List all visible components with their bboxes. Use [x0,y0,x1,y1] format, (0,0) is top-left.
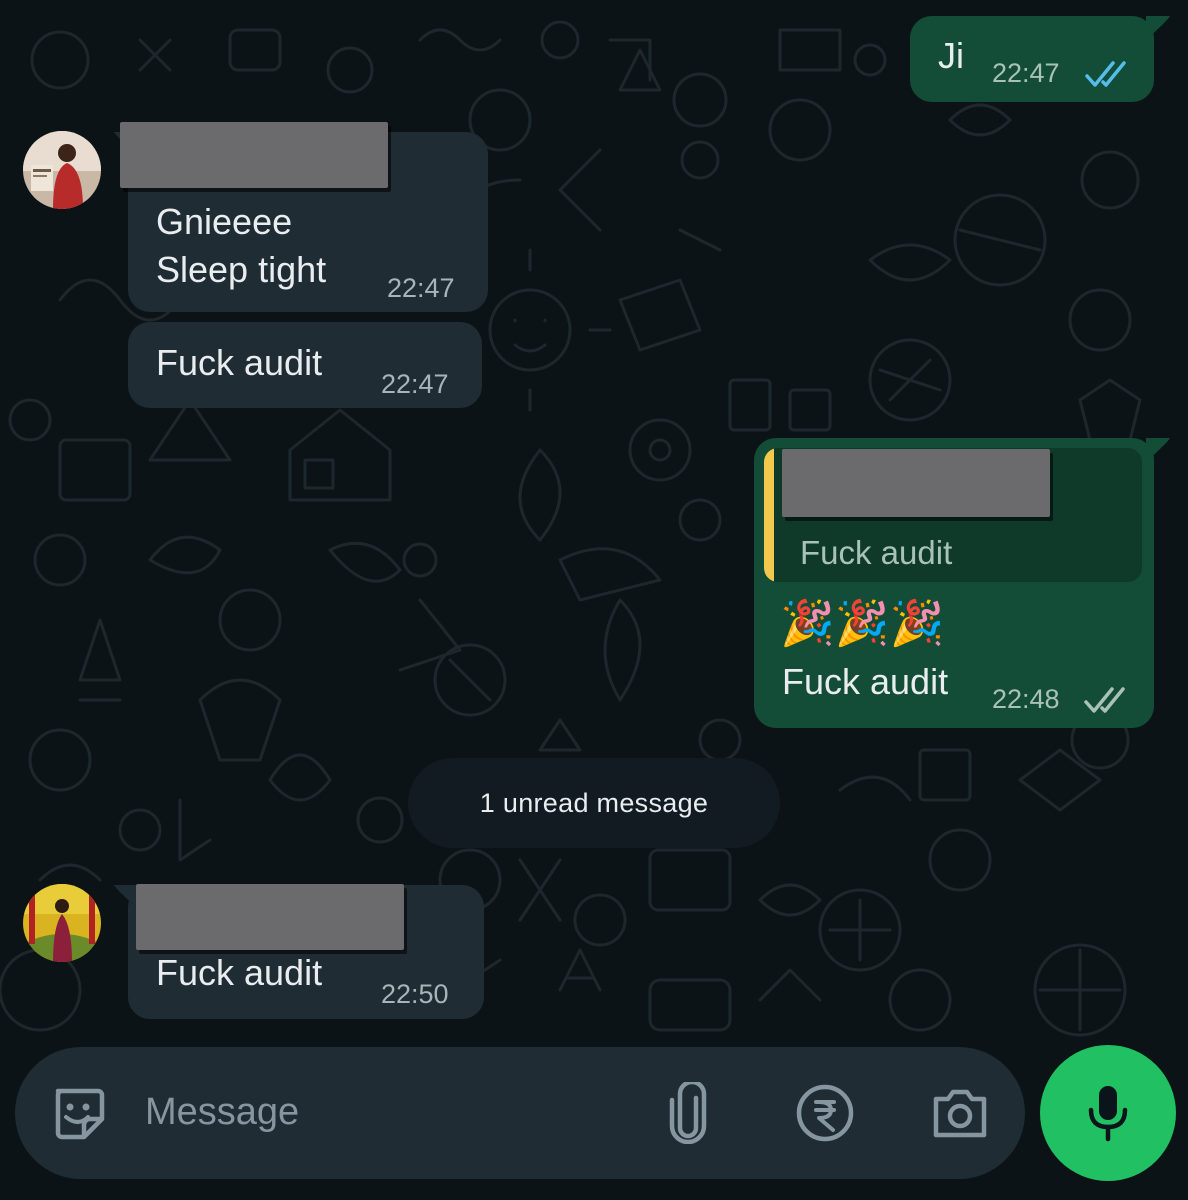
attach-icon [669,1082,707,1144]
chat-screen: Ji 22:47 Gnieeee Sleep tight 22:47 Fuck … [0,0,1188,1200]
unread-messages-divider: 1 unread message [408,758,780,848]
redacted-quoted-sender [782,449,1050,517]
incoming-message[interactable]: Fuck audit 22:47 [128,322,482,408]
message-time: 22:47 [387,273,455,303]
message-time: 22:50 [381,979,449,1009]
emoji-text: 🎉🎉🎉 [780,599,945,648]
message-text: Fuck audit [156,952,323,993]
bubble-tail-icon [1146,438,1170,462]
message-composer [15,1047,1025,1179]
camera-icon [933,1089,987,1138]
avatar-photo-icon [23,884,101,962]
quote-accent-bar [764,448,774,582]
quoted-text: Fuck audit [800,534,953,571]
contact-avatar[interactable] [23,884,101,962]
sticker-icon [55,1088,105,1140]
contact-avatar[interactable] [23,131,101,209]
outgoing-message[interactable]: Ji 22:47 [910,16,1154,102]
message-text: Fuck audit [156,342,323,383]
attach-button[interactable] [655,1080,721,1146]
camera-button[interactable] [927,1080,993,1146]
bubble-tail-icon [1146,16,1170,40]
sticker-button[interactable] [45,1080,111,1146]
bubble-tail-icon [114,885,138,909]
mic-icon [1088,1086,1128,1142]
message-input[interactable] [145,1077,615,1147]
voice-message-button[interactable] [1040,1045,1176,1181]
message-time: 22:47 [381,369,449,399]
read-ticks-icon [1085,61,1126,87]
message-text: Fuck audit [782,661,949,702]
message-text: Gnieeee Sleep tight [156,201,327,290]
redacted-sender-name [120,122,388,188]
message-time: 22:47 [992,58,1060,88]
message-time: 22:48 [992,684,1060,714]
avatar-photo-icon [23,131,101,209]
payment-button[interactable] [792,1080,858,1146]
redacted-sender-name [136,884,404,950]
message-text: Ji [938,35,964,76]
delivered-ticks-icon [1084,687,1125,713]
rupee-payment-icon [796,1084,854,1142]
